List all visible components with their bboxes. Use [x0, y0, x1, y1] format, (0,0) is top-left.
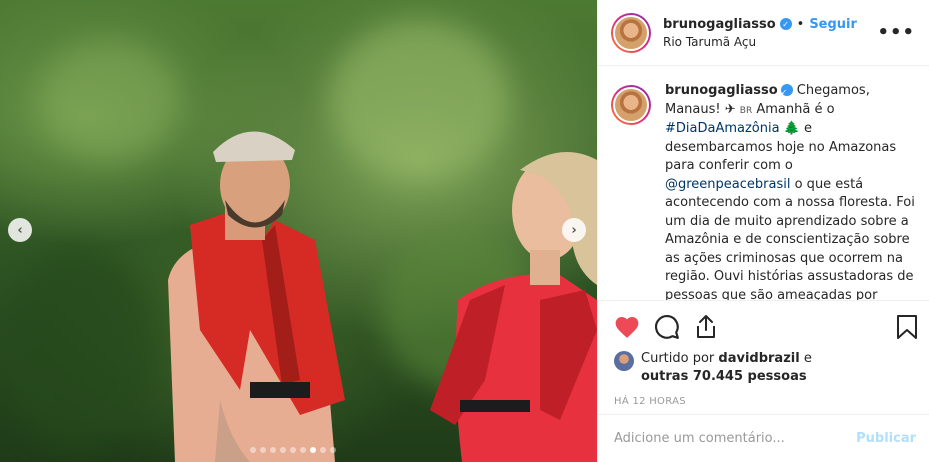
- likes-summary: Curtido por davidbrazil e outras 70.445 …: [614, 350, 918, 386]
- carousel-dot: [290, 447, 296, 453]
- caption-text: brunogagliasso ✓ Chegamos, Manaus! ✈ BR A…: [665, 82, 916, 300]
- caption-username[interactable]: brunogagliasso: [665, 83, 778, 98]
- share-icon[interactable]: [694, 314, 718, 340]
- follow-button[interactable]: Seguir: [809, 17, 857, 32]
- carousel-dot: [250, 447, 256, 453]
- post-sidebar: brunogagliasso ✓ • Seguir Rio Tarumã Açu…: [597, 0, 929, 462]
- post-actions: Curtido por davidbrazil e outras 70.445 …: [598, 300, 929, 407]
- post-timestamp[interactable]: HÁ 12 HORAS: [614, 396, 918, 407]
- bookmark-icon[interactable]: [896, 314, 918, 340]
- caption-segment: Amanhã é o: [752, 101, 835, 117]
- post-header: brunogagliasso ✓ • Seguir Rio Tarumã Açu…: [598, 0, 929, 66]
- liked-by-prefix: Curtido por: [641, 351, 719, 366]
- carousel-dot: [320, 447, 326, 453]
- other-likes-link[interactable]: outras 70.445 pessoas: [641, 369, 807, 384]
- woman-figure: [430, 152, 597, 462]
- people-illustration: [168, 131, 597, 462]
- like-heart-icon[interactable]: [614, 315, 640, 339]
- verified-badge-icon: ✓: [780, 84, 793, 97]
- more-options-icon[interactable]: •••: [877, 22, 915, 43]
- author-avatar[interactable]: [611, 12, 651, 53]
- author-username[interactable]: brunogagliasso: [663, 17, 776, 32]
- tree-emoji-icon: 🌲: [783, 121, 800, 136]
- carousel-dot: [270, 447, 276, 453]
- liker-avatar[interactable]: [614, 351, 634, 371]
- carousel-dot: [280, 447, 286, 453]
- caption-segment: o que está acontecendo com a nossa flore…: [665, 176, 915, 301]
- comment-input[interactable]: [614, 431, 857, 446]
- liker-username[interactable]: davidbrazil: [718, 351, 799, 366]
- man-figure: [168, 131, 345, 462]
- publish-button[interactable]: Publicar: [856, 431, 916, 446]
- airplane-emoji-icon: ✈: [724, 101, 736, 117]
- comment-form: Publicar: [598, 414, 929, 462]
- hashtag-link[interactable]: #DiaDaAmazônia: [665, 121, 780, 136]
- mention-link[interactable]: @greenpeacebrasil: [665, 177, 790, 192]
- post-photo[interactable]: ‹ ›: [0, 0, 597, 462]
- carousel-prev-button[interactable]: ‹: [8, 218, 32, 242]
- carousel-next-button[interactable]: ›: [562, 218, 586, 242]
- carousel-dot: [300, 447, 306, 453]
- verified-badge-icon: ✓: [779, 18, 792, 30]
- header-separator: •: [796, 16, 805, 32]
- carousel-dot: [260, 447, 266, 453]
- brazil-flag-emoji-icon: BR: [739, 105, 753, 116]
- caption-author-avatar[interactable]: [611, 85, 651, 125]
- location-link[interactable]: Rio Tarumã Açu: [663, 35, 877, 49]
- caption-area: brunogagliasso ✓ Chegamos, Manaus! ✈ BR A…: [598, 66, 929, 300]
- liked-by-conjunction: e: [799, 351, 812, 366]
- carousel-dot: [330, 447, 336, 453]
- carousel-dots: [250, 447, 336, 453]
- comment-bubble-icon[interactable]: [654, 314, 680, 340]
- carousel-dot: [310, 447, 316, 453]
